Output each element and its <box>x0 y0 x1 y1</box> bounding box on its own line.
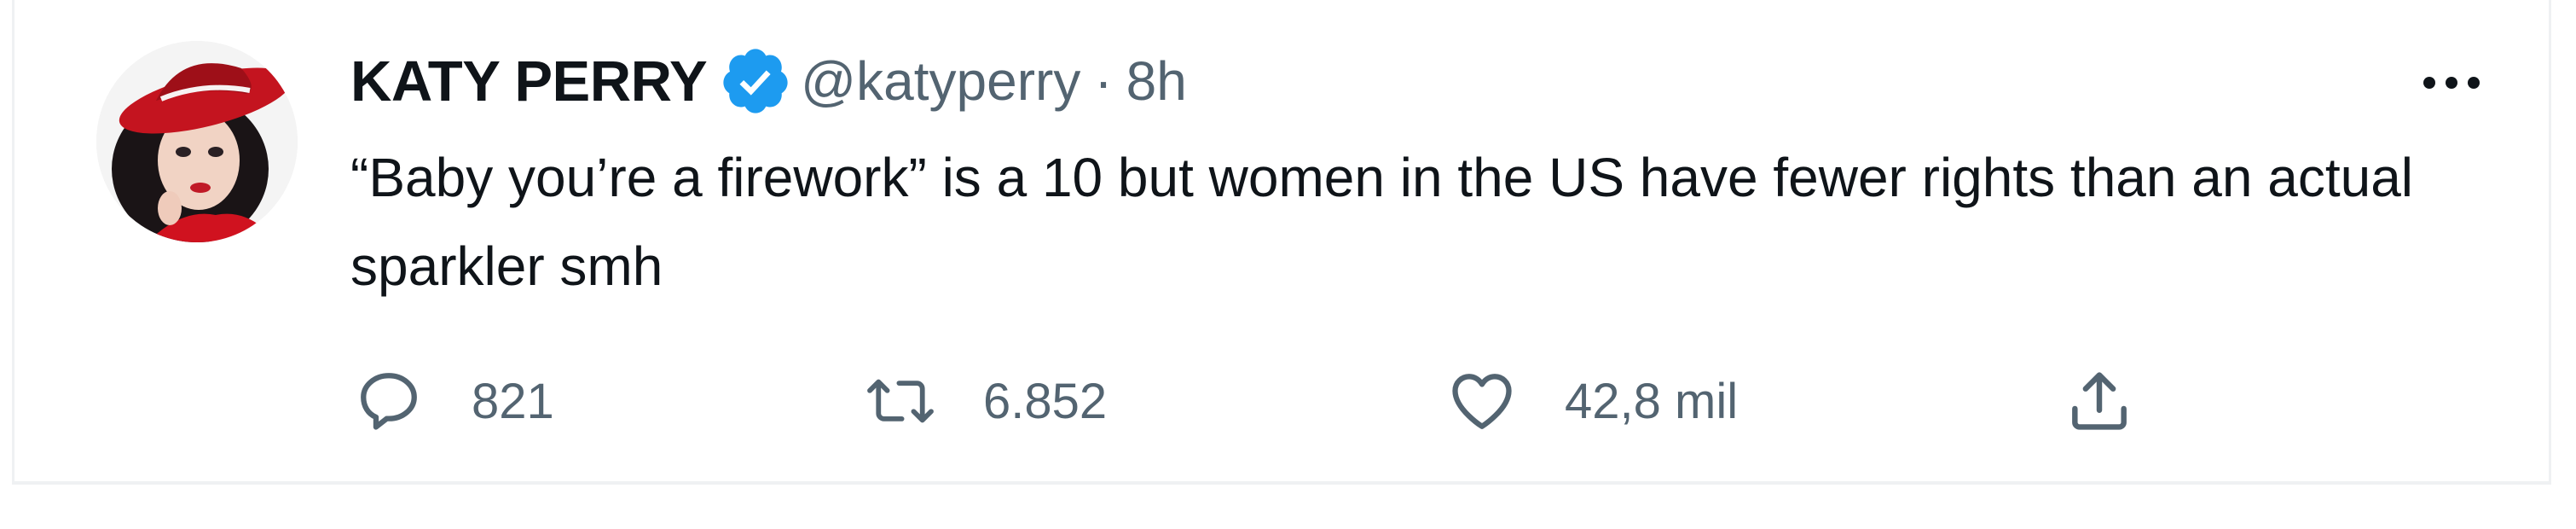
reply-button[interactable]: 821 <box>350 358 554 444</box>
separator: · <box>1094 50 1113 112</box>
handle[interactable]: @katyperry <box>801 49 1080 113</box>
share-button[interactable] <box>2061 358 2138 444</box>
display-name[interactable]: KATY PERRY <box>350 49 708 114</box>
share-icon <box>2061 363 2138 439</box>
like-count: 42,8 mil <box>1565 373 1739 429</box>
retweet-icon <box>862 363 939 439</box>
verified-badge-icon <box>719 44 792 118</box>
avatar[interactable] <box>96 41 298 242</box>
reply-icon <box>350 363 427 439</box>
action-bar: 821 6.852 42,8 mil <box>350 358 2226 444</box>
avatar-image <box>96 41 298 242</box>
page: KATY PERRY @katyperry · 8h “Baby you’re … <box>0 0 2576 529</box>
tweet-text: “Baby you’re a firework” is a 10 but wom… <box>350 147 2413 297</box>
tweet-card[interactable]: KATY PERRY @katyperry · 8h “Baby you’re … <box>12 0 2551 485</box>
tweet-header: KATY PERRY @katyperry · 8h <box>350 43 1187 119</box>
heart-icon <box>1444 363 1520 439</box>
retweet-count: 6.852 <box>983 373 1108 429</box>
timestamp[interactable]: 8h <box>1126 49 1187 113</box>
more-options-icon[interactable] <box>2409 53 2494 113</box>
like-button[interactable]: 42,8 mil <box>1444 358 1738 444</box>
reply-count: 821 <box>472 373 554 429</box>
retweet-button[interactable]: 6.852 <box>862 358 1107 444</box>
